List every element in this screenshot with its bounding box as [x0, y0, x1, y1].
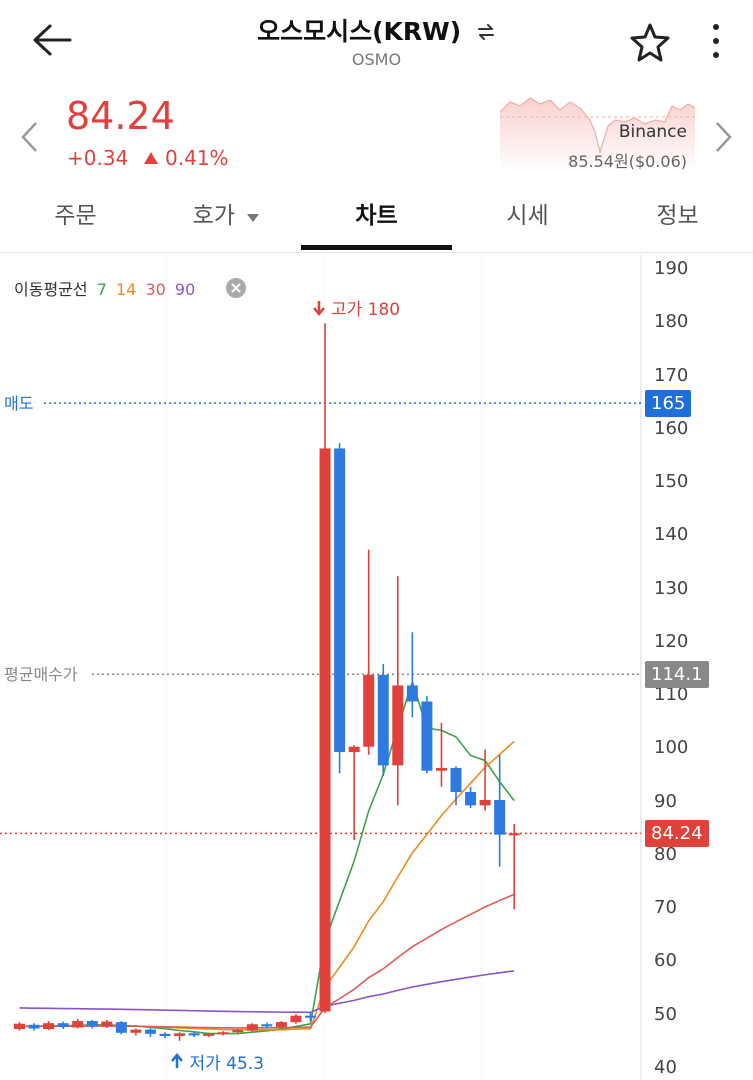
change-percent: 0.41% — [165, 146, 229, 170]
candle-body — [144, 1029, 156, 1034]
candle-body — [319, 448, 331, 1012]
candle-body — [101, 1021, 113, 1027]
y-tick-label: 170 — [654, 364, 689, 386]
candle-body — [217, 1032, 229, 1035]
candle-body — [275, 1022, 287, 1027]
sell-line-label: 매도 — [4, 394, 34, 414]
exchange-price: 85.54원($0.06) — [568, 152, 687, 171]
avg-buy-line-label: 평균매수가 — [4, 665, 78, 685]
candle-body — [130, 1029, 142, 1033]
y-tick-label: 60 — [654, 950, 677, 972]
candle-body — [435, 768, 447, 771]
prev-chevron-icon[interactable] — [18, 120, 40, 154]
candle-body — [43, 1023, 55, 1030]
down-arrow-icon — [312, 300, 326, 321]
y-tick-label: 120 — [654, 630, 689, 652]
candle-body — [159, 1033, 171, 1036]
candle-body — [305, 1015, 316, 1018]
candle-body — [203, 1033, 215, 1036]
tab-order[interactable]: 주문 — [0, 190, 151, 250]
price-change: +0.34 0.41% — [67, 146, 229, 170]
y-tick-label: 130 — [654, 577, 689, 599]
candle-body — [377, 674, 389, 766]
tab-info[interactable]: 정보 — [602, 190, 753, 250]
candle-body — [334, 448, 346, 753]
candle-body — [246, 1024, 258, 1031]
candle-body — [174, 1033, 186, 1036]
y-tick-label: 50 — [654, 1003, 677, 1025]
candle-body — [465, 792, 477, 806]
candle-body — [188, 1033, 200, 1036]
y-tick-label: 70 — [654, 897, 677, 919]
low-label: 저가 45.3 — [189, 1053, 264, 1074]
y-tick-label: 40 — [654, 1057, 677, 1078]
y-tick-label: 80 — [654, 843, 677, 865]
more-menu-icon[interactable] — [708, 22, 724, 62]
swap-icon[interactable] — [476, 19, 496, 48]
candle-body — [508, 833, 520, 836]
exchange-name: Binance — [618, 122, 687, 142]
candle-body — [14, 1023, 25, 1030]
ma14-line — [19, 740, 515, 1031]
y-tick-label: 140 — [654, 524, 689, 546]
y-tick-label: 90 — [654, 790, 677, 812]
candle-body — [348, 746, 360, 753]
candle-body — [363, 674, 375, 747]
current-price: 84.24 — [66, 94, 175, 138]
tab-bar: 주문 호가 차트 시세 정보 — [0, 190, 753, 253]
active-tab-indicator — [301, 245, 452, 250]
up-triangle-icon — [143, 146, 159, 170]
candle-body — [450, 768, 462, 793]
ma7-line — [19, 679, 515, 1035]
candle-body — [115, 1022, 127, 1033]
tab-orderbook[interactable]: 호가 — [151, 190, 302, 250]
caret-down-icon — [246, 190, 260, 242]
candlestick-chart[interactable] — [0, 252, 753, 1080]
candle-body — [421, 701, 433, 771]
change-amount: +0.34 — [67, 146, 129, 170]
candle-body — [232, 1030, 244, 1033]
y-tick-label: 100 — [654, 737, 689, 759]
y-tick-label: 160 — [654, 417, 689, 439]
candle-body — [479, 800, 491, 806]
avg-buy-price-tag: 114.1 — [645, 661, 709, 689]
low-marker: 저가 45.3 — [170, 1049, 264, 1075]
current-price-tag: 84.24 — [645, 820, 709, 848]
up-arrow-icon — [170, 1053, 184, 1074]
next-chevron-icon[interactable] — [713, 120, 735, 154]
candle-body — [86, 1021, 98, 1027]
high-marker: 고가 180 — [312, 295, 401, 321]
coin-name: 오스모시스(KRW) — [257, 17, 462, 46]
sell-price-tag: 165 — [645, 390, 692, 418]
candle-body — [494, 800, 506, 835]
y-tick-label: 190 — [654, 258, 689, 279]
candle-body — [57, 1023, 69, 1027]
candle-body — [290, 1015, 302, 1023]
y-tick-label: 180 — [654, 311, 689, 333]
candle-body — [28, 1024, 40, 1029]
high-label: 고가 180 — [330, 300, 401, 321]
candle-body — [406, 685, 418, 702]
candle-body — [72, 1021, 84, 1028]
tab-chart[interactable]: 차트 — [301, 190, 452, 250]
star-icon[interactable] — [628, 20, 672, 64]
tab-market[interactable]: 시세 — [452, 190, 603, 250]
candle-body — [261, 1024, 273, 1027]
ma90-line — [19, 970, 515, 1014]
ma30-line — [19, 893, 515, 1029]
y-tick-label: 150 — [654, 471, 689, 493]
candle-body — [392, 685, 404, 766]
